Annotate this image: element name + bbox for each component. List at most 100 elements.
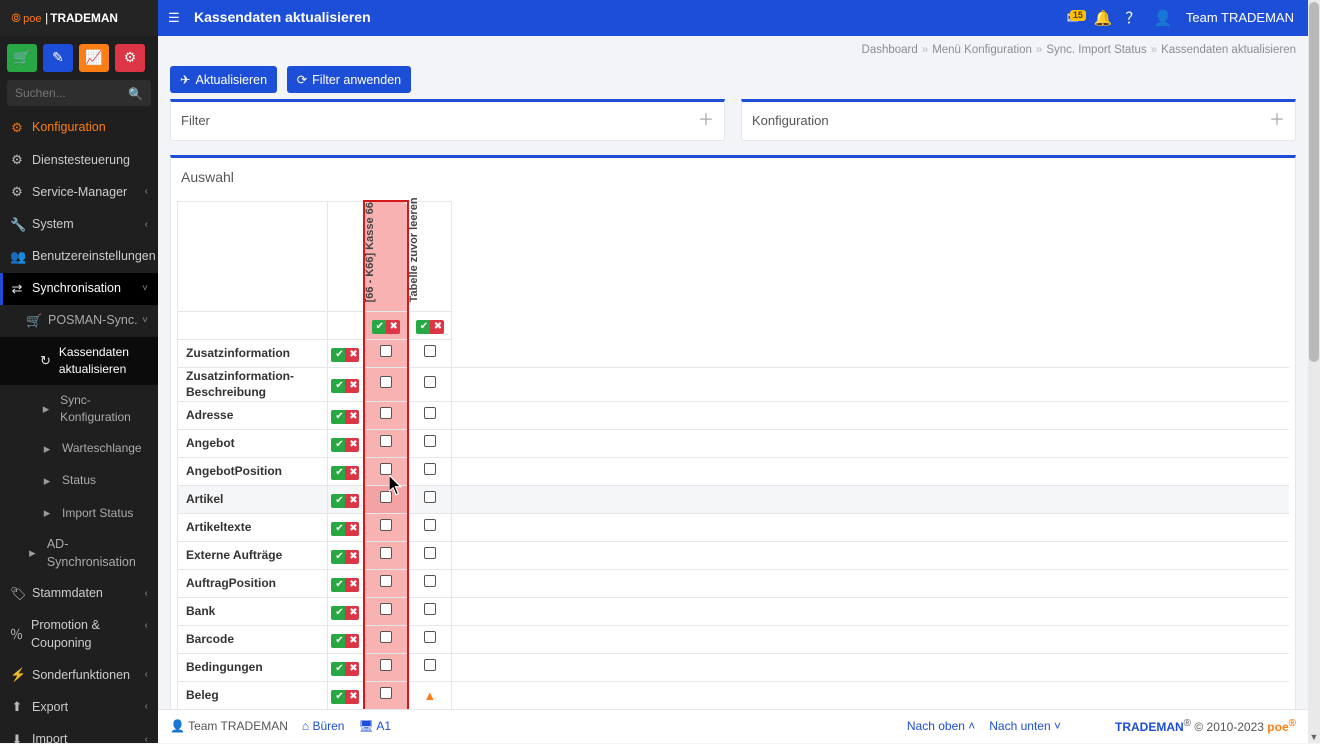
quick-button-0[interactable]: 🛒 [7, 44, 37, 72]
checkbox[interactable] [424, 631, 436, 643]
select-all-pair[interactable]: ✔✖ [331, 438, 359, 452]
expand-icon[interactable]: ＋ [1269, 110, 1285, 132]
checkbox[interactable] [380, 575, 392, 587]
sidebar-item-ad-synchronisation[interactable]: ▸AD-Synchronisation [0, 529, 158, 578]
select-all-pair[interactable]: ✔✖ [331, 522, 359, 536]
scrollbar-thumb[interactable] [1309, 2, 1319, 362]
select-all-pair[interactable]: ✔✖ [331, 606, 359, 620]
checkbox[interactable] [424, 519, 436, 531]
sidebar-item-konfiguration[interactable]: ⚙Konfiguration [0, 112, 158, 144]
check-icon[interactable]: ✔ [331, 662, 345, 676]
check-icon[interactable]: ✔ [331, 410, 345, 424]
search-icon[interactable]: 🔍 [128, 86, 143, 103]
sidebar-item-service-manager[interactable]: ⚙Service-Manager‹ [0, 176, 158, 208]
checkbox[interactable] [424, 463, 436, 475]
close-icon[interactable]: ✖ [345, 379, 359, 393]
breadcrumb-item[interactable]: Dashboard [862, 44, 918, 56]
close-icon[interactable]: ✖ [345, 438, 359, 452]
sidebar-item-posman-sync-[interactable]: 🛒POSMAN-Sync.˅ [0, 305, 158, 337]
sidebar-item-import[interactable]: ⬇Import‹ [0, 724, 158, 743]
close-icon[interactable]: ✖ [430, 320, 444, 334]
sidebar-item-promotion-couponing[interactable]: ％Promotion & Couponing‹ [0, 610, 158, 659]
check-icon[interactable]: ✔ [372, 320, 386, 334]
sidebar-item-benutzereinstellungen[interactable]: 👥Benutzereinstellungen‹ [0, 241, 158, 273]
sidebar-item-kassendaten-aktualisieren[interactable]: ↻Kassendaten aktualisieren [0, 337, 158, 385]
select-all-pair[interactable]: ✔✖ [372, 320, 400, 334]
quick-button-3[interactable]: ⚙ [115, 44, 145, 72]
check-icon[interactable]: ✔ [331, 690, 345, 704]
sidebar-item-import-status[interactable]: ▸Import Status [0, 497, 158, 529]
select-all-pair[interactable]: ✔✖ [331, 348, 359, 362]
refresh-button[interactable]: ✈Aktualisieren [170, 66, 277, 93]
check-icon[interactable]: ✔ [331, 379, 345, 393]
check-icon[interactable]: ✔ [416, 320, 430, 334]
user-icon[interactable]: 👤 [1148, 8, 1178, 29]
select-all-pair[interactable]: ✔✖ [331, 379, 359, 393]
check-icon[interactable]: ✔ [331, 634, 345, 648]
checkbox[interactable] [380, 345, 392, 357]
page-scrollbar[interactable]: ▲ ▼ [1308, 0, 1320, 743]
checkbox[interactable] [380, 519, 392, 531]
check-icon[interactable]: ✔ [331, 494, 345, 508]
select-all-pair[interactable]: ✔✖ [331, 634, 359, 648]
close-icon[interactable]: ✖ [345, 606, 359, 620]
close-icon[interactable]: ✖ [345, 410, 359, 424]
select-all-pair[interactable]: ✔✖ [331, 410, 359, 424]
check-icon[interactable]: ✔ [331, 550, 345, 564]
check-icon[interactable]: ✔ [331, 348, 345, 362]
footer-location[interactable]: ⌂ Büren [302, 718, 345, 735]
select-all-pair[interactable]: ✔✖ [331, 466, 359, 480]
close-icon[interactable]: ✖ [345, 348, 359, 362]
checkbox[interactable] [380, 631, 392, 643]
close-icon[interactable]: ✖ [345, 578, 359, 592]
sidebar-item-synchronisation[interactable]: ⇄Synchronisation˅ [0, 273, 158, 305]
checkbox[interactable] [380, 687, 392, 699]
bell-icon[interactable]: 🔔 [1088, 8, 1118, 29]
close-icon[interactable]: ✖ [345, 690, 359, 704]
check-icon[interactable]: ✔ [331, 606, 345, 620]
breadcrumb-item[interactable]: Sync. Import Status [1046, 44, 1146, 56]
apply-filter-button[interactable]: ⟳Filter anwenden [287, 66, 411, 93]
select-all-pair[interactable]: ✔✖ [331, 550, 359, 564]
checkbox[interactable] [424, 575, 436, 587]
select-all-pair[interactable]: ✔✖ [331, 494, 359, 508]
checkbox[interactable] [424, 407, 436, 419]
select-all-pair[interactable]: ✔✖ [331, 578, 359, 592]
help-icon[interactable]: ？ [1118, 8, 1148, 29]
checkbox[interactable] [380, 376, 392, 388]
sidebar-item-export[interactable]: ⬆Export‹ [0, 691, 158, 723]
quick-button-2[interactable]: 📈 [79, 44, 109, 72]
scroll-down-icon[interactable]: ▼ [1308, 731, 1320, 743]
checkbox[interactable] [380, 463, 392, 475]
checkbox[interactable] [380, 435, 392, 447]
checkbox[interactable] [424, 603, 436, 615]
check-icon[interactable]: ✔ [331, 466, 345, 480]
select-all-pair[interactable]: ✔✖ [331, 662, 359, 676]
close-icon[interactable]: ✖ [345, 522, 359, 536]
team-label[interactable]: Team TRADEMAN [1178, 9, 1298, 27]
checkbox[interactable] [424, 376, 436, 388]
quick-button-1[interactable]: ✎ [43, 44, 73, 72]
check-icon[interactable]: ✔ [331, 522, 345, 536]
sidebar-item-system[interactable]: 🔧System‹ [0, 209, 158, 241]
checkbox[interactable] [380, 491, 392, 503]
checkbox[interactable] [424, 547, 436, 559]
checkbox[interactable] [424, 491, 436, 503]
select-all-pair[interactable]: ✔✖ [416, 320, 444, 334]
close-icon[interactable]: ✖ [345, 550, 359, 564]
select-all-pair[interactable]: ✔✖ [331, 690, 359, 704]
sidebar-item-warteschlange[interactable]: ▸Warteschlange [0, 433, 158, 465]
close-icon[interactable]: ✖ [345, 634, 359, 648]
sidebar-item-status[interactable]: ▸Status [0, 465, 158, 497]
checkbox[interactable] [424, 345, 436, 357]
close-icon[interactable]: ✖ [386, 320, 400, 334]
close-icon[interactable]: ✖ [345, 466, 359, 480]
sidebar-item-sync-konfiguration[interactable]: ▸Sync-Konfiguration [0, 385, 158, 433]
footer-code[interactable]: 🖥 A1 [358, 718, 391, 735]
breadcrumb-item[interactable]: Menü Konfiguration [932, 44, 1032, 56]
checkbox[interactable] [380, 407, 392, 419]
sidebar-item-dienstesteuerung[interactable]: ⚙Dienstesteuerung [0, 144, 158, 176]
close-icon[interactable]: ✖ [345, 662, 359, 676]
menu-toggle-icon[interactable]: ☰ [168, 9, 194, 27]
checkbox[interactable] [380, 603, 392, 615]
